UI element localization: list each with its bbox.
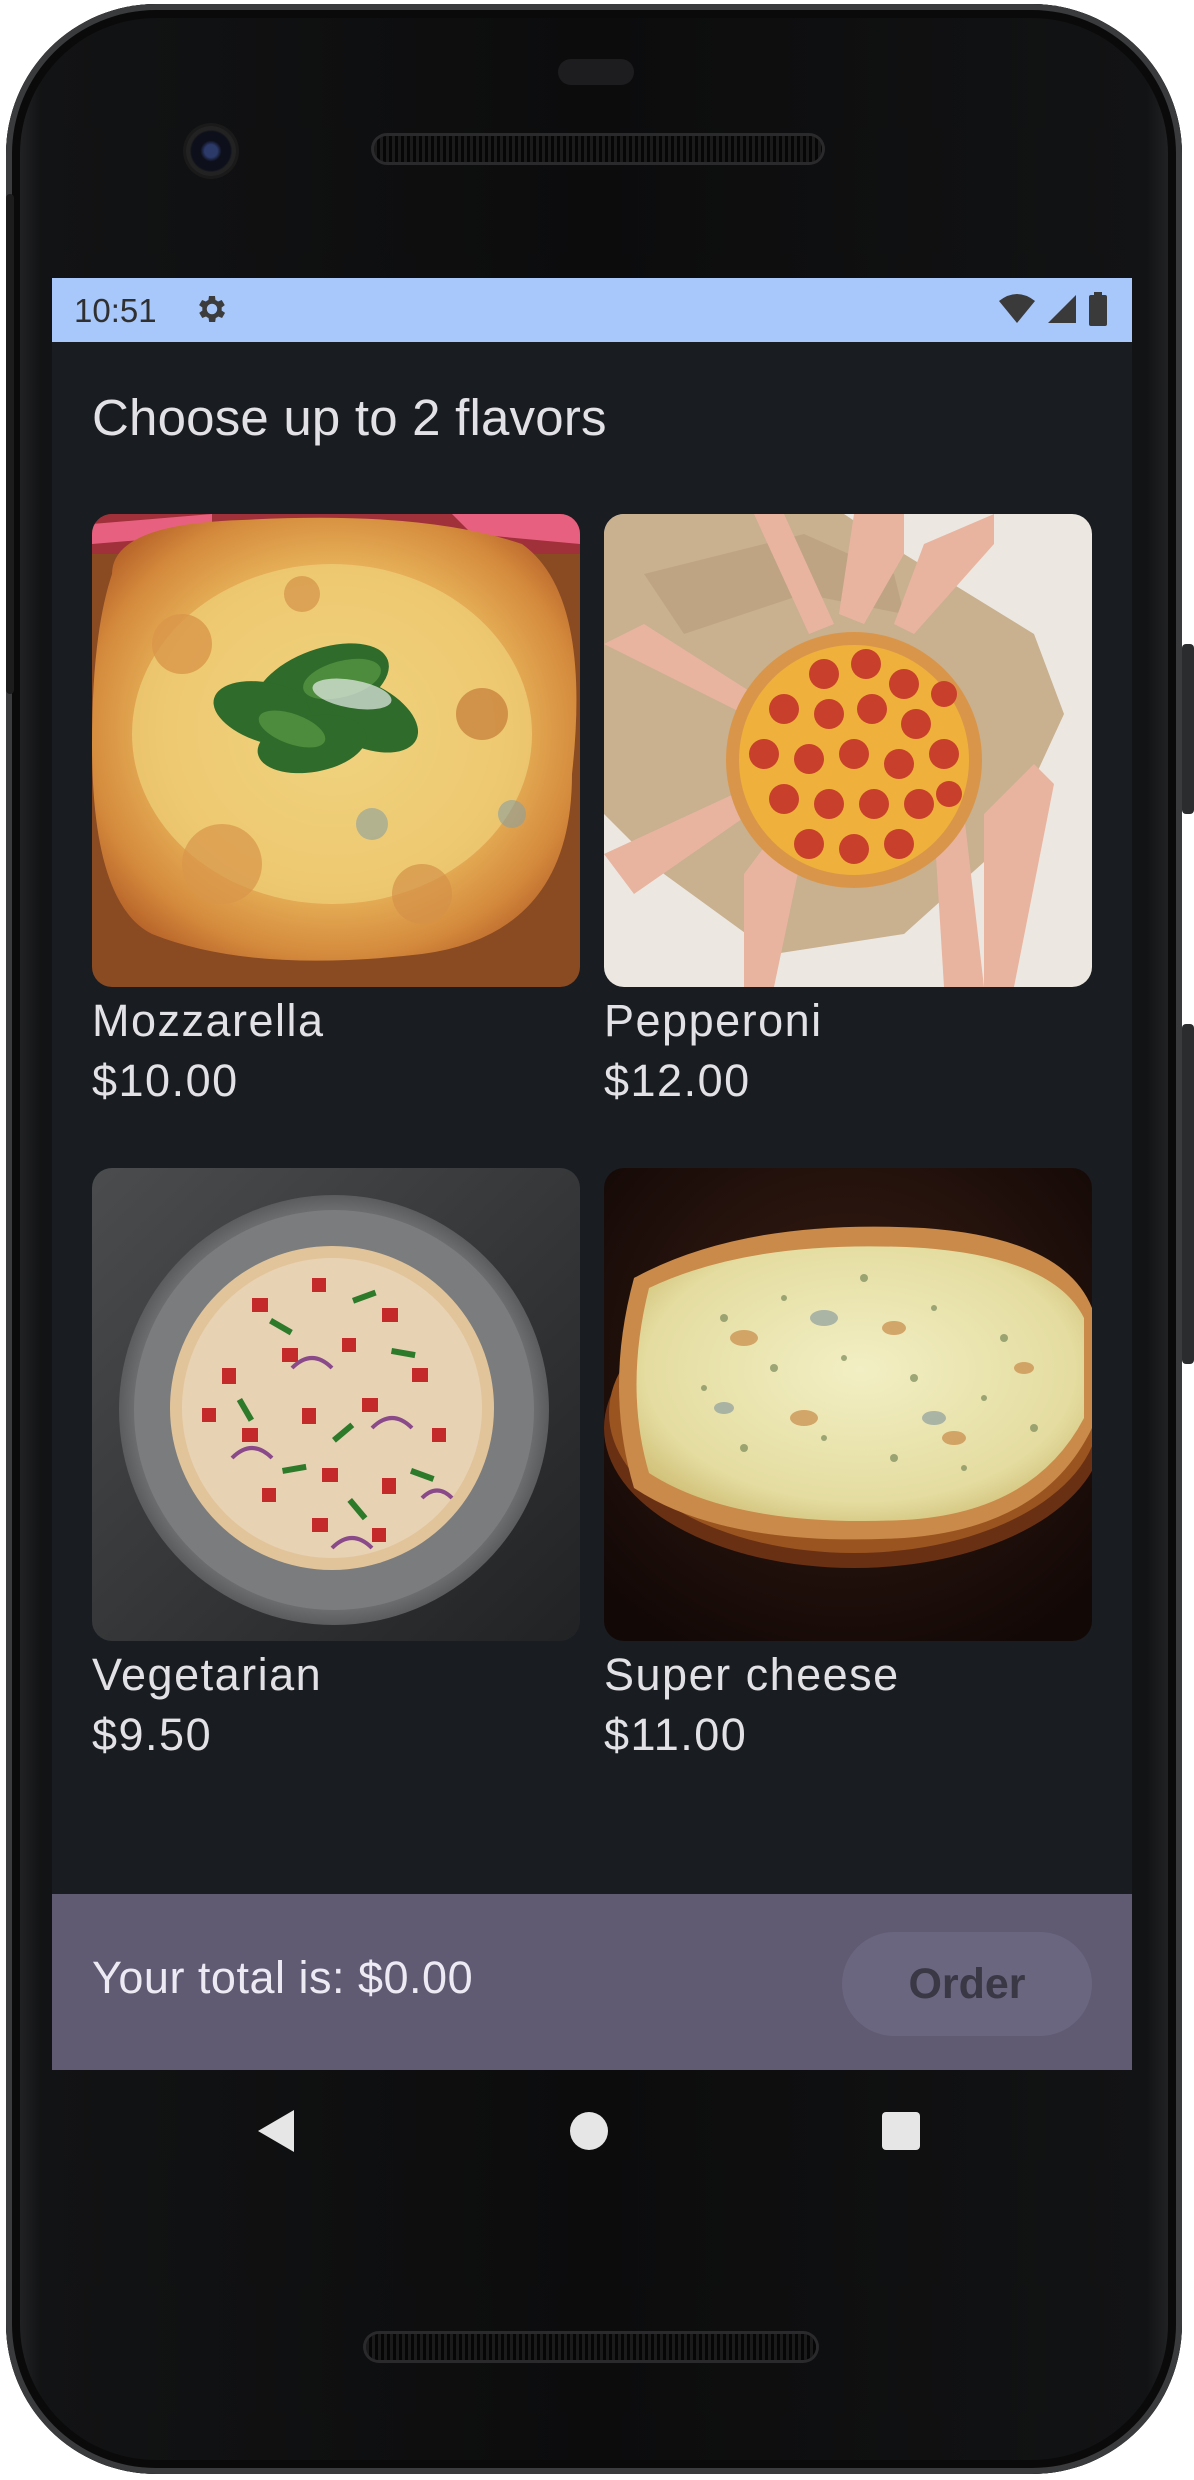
flavor-card-mozzarella[interactable]: Mozzarella $10.00 <box>92 514 580 1111</box>
navigation-bar <box>52 2070 1132 2202</box>
flavor-price: $11.00 <box>604 1709 748 1760</box>
gear-icon <box>199 295 226 323</box>
back-icon[interactable] <box>256 2108 296 2154</box>
system-icons <box>998 292 1108 326</box>
battery-icon <box>1089 292 1107 326</box>
screen: 10:51 Choose up to 2 flavors Mozzarella … <box>52 278 1132 2070</box>
flavor-card-pepperoni[interactable]: Pepperoni $12.00 <box>604 514 1092 1111</box>
total-label: Your total is: $0.00 <box>92 1952 474 2003</box>
order-button[interactable]: Order <box>842 1932 1092 2036</box>
flavor-name: Vegetarian <box>92 1649 323 1700</box>
order-bar: Your total is: $0.00 Order <box>52 1894 1132 2070</box>
wifi-icon <box>999 294 1035 323</box>
recents-icon[interactable] <box>882 2112 920 2150</box>
flavor-card-super-cheese[interactable]: Super cheese $11.00 <box>604 1168 1092 1765</box>
page-title: Choose up to 2 flavors <box>92 389 607 446</box>
flavor-name: Mozzarella <box>92 995 325 1046</box>
flavor-price: $12.00 <box>604 1055 751 1106</box>
home-icon[interactable] <box>570 2112 608 2150</box>
status-bar: 10:51 <box>52 278 1132 342</box>
power-button <box>1182 644 1194 814</box>
volume-button <box>1182 1024 1194 1364</box>
proximity-sensor <box>558 59 634 85</box>
front-camera <box>186 126 236 176</box>
flavor-price: $10.00 <box>92 1055 239 1106</box>
flavor-name: Super cheese <box>604 1649 900 1700</box>
main-content: Choose up to 2 flavors Mozzarella $10.00… <box>52 342 1132 1894</box>
super-cheese-pizza-image <box>604 1168 1092 1641</box>
side-edge <box>6 194 14 694</box>
status-time: 10:51 <box>74 292 157 329</box>
earpiece-speaker <box>374 136 822 162</box>
pepperoni-pizza-image <box>604 514 1092 987</box>
vegetarian-pizza-image <box>92 1168 580 1641</box>
bottom-speaker <box>366 2334 816 2360</box>
flavor-card-vegetarian[interactable]: Vegetarian $9.50 <box>92 1168 580 1765</box>
flavor-price: $9.50 <box>92 1709 213 1760</box>
flavor-name: Pepperoni <box>604 995 823 1046</box>
signal-icon <box>1048 295 1076 323</box>
mozzarella-pizza-image <box>92 514 580 987</box>
